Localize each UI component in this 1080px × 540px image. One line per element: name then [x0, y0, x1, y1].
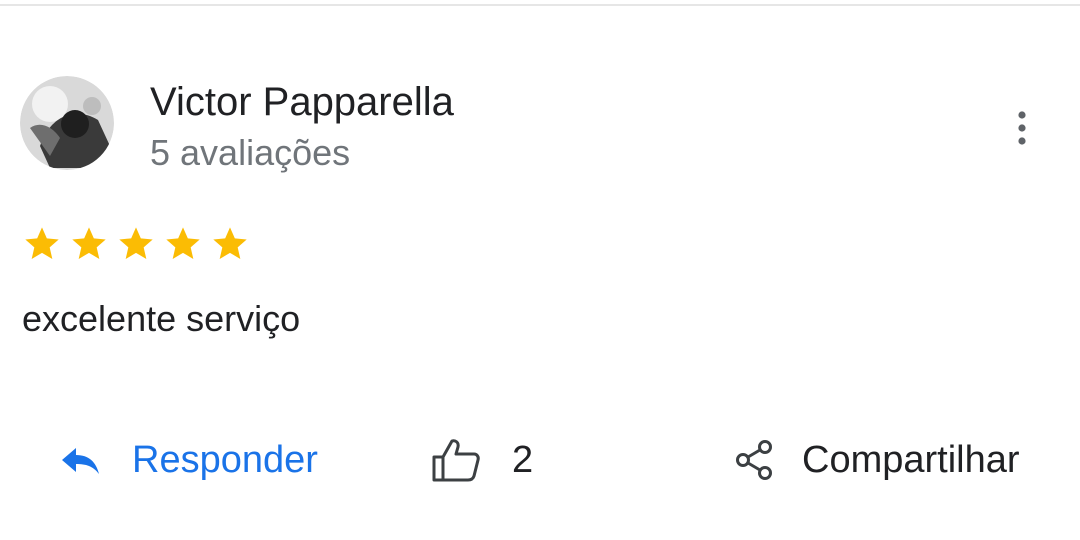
share-button[interactable]: Compartilhar	[732, 430, 1020, 490]
top-divider	[0, 0, 1080, 6]
star-icon	[72, 227, 106, 259]
star-icon	[25, 227, 59, 259]
review-card: Victor Papparella 5 avaliações excelente…	[0, 0, 1080, 540]
share-label: Compartilhar	[802, 439, 1020, 481]
reply-button[interactable]: Responder	[58, 430, 318, 490]
more-options-button[interactable]	[1002, 106, 1042, 152]
like-count: 2	[512, 439, 534, 481]
star-icon	[166, 227, 200, 259]
avatar-photo	[20, 76, 114, 170]
reviewer-review-count[interactable]: 5 avaliações	[150, 130, 350, 176]
like-button[interactable]: 2	[430, 430, 533, 490]
thumbs-up-icon	[432, 439, 480, 482]
reply-label: Responder	[132, 439, 318, 481]
avatar[interactable]	[20, 76, 114, 170]
reply-arrow-icon	[62, 448, 99, 474]
star-rating	[22, 222, 257, 266]
star-icon	[119, 227, 153, 259]
star-icon	[213, 227, 247, 259]
reviewer-name[interactable]: Victor Papparella	[150, 78, 454, 126]
share-icon	[736, 440, 772, 480]
review-text: excelente serviço	[22, 298, 301, 339]
more-vert-icon	[1018, 111, 1026, 145]
